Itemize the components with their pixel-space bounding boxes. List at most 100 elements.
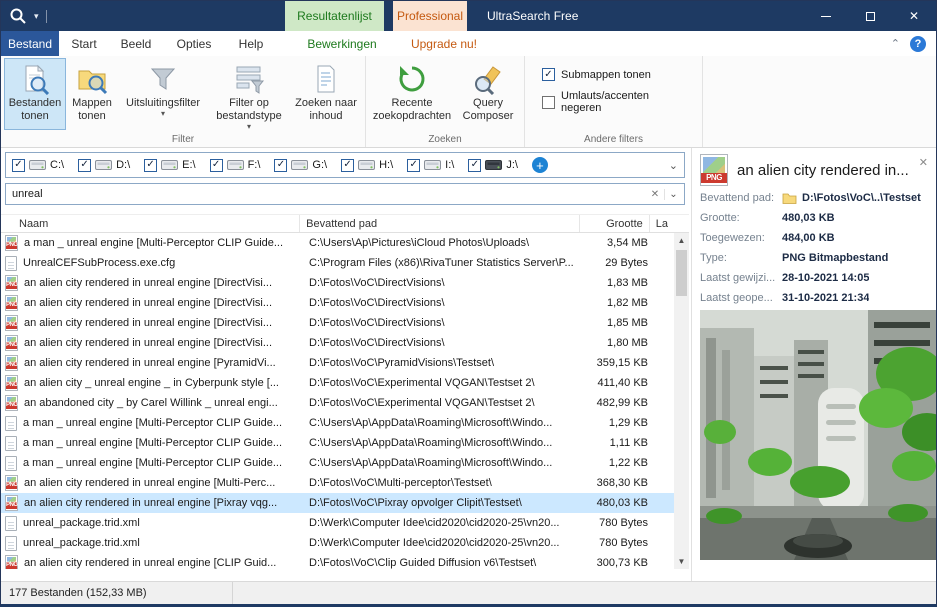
dropdown-caret-icon: ▾ — [247, 123, 251, 131]
table-row[interactable]: UnrealCEFSubProcess.exe.cfgC:\Program Fi… — [1, 253, 674, 273]
drive-checkbox[interactable]: ✓ — [12, 159, 25, 172]
drive-checkbox[interactable]: ✓ — [144, 159, 157, 172]
table-row[interactable]: a man _ unreal engine [Multi-Perceptor C… — [1, 413, 674, 433]
context-tab-professional[interactable]: Professional — [393, 1, 467, 31]
png-file-icon: PNG — [5, 555, 18, 569]
checkbox-checked[interactable]: ✓ — [542, 68, 555, 81]
table-row[interactable]: PNGan alien city rendered in unreal engi… — [1, 333, 674, 353]
table-row[interactable]: PNGan alien city rendered in unreal engi… — [1, 313, 674, 333]
file-icon — [5, 516, 17, 531]
drive-item[interactable]: ✓J:\ — [468, 159, 518, 172]
drive-checkbox[interactable]: ✓ — [468, 159, 481, 172]
help-button[interactable]: ? — [910, 36, 926, 52]
tab-help[interactable]: Help — [225, 31, 277, 56]
add-drive-button[interactable]: + — [532, 157, 548, 173]
tab-opties[interactable]: Opties — [163, 31, 225, 56]
drive-item[interactable]: ✓ I:\ — [407, 159, 454, 172]
column-header-bevattend-pad[interactable]: Bevattend pad — [300, 215, 580, 232]
drive-checkbox[interactable]: ✓ — [210, 159, 223, 172]
field-label: Laatst geope... — [700, 292, 782, 304]
png-file-icon: PNG — [5, 395, 18, 411]
table-scrollbar[interactable]: ▲ ▼ — [674, 233, 689, 569]
drive-item[interactable]: ✓F:\ — [210, 159, 261, 172]
filter-op-bestandstype-button[interactable]: Filter op bestandstype▾ — [208, 58, 290, 130]
scroll-up-icon[interactable]: ▲ — [674, 233, 689, 248]
minimize-button[interactable] — [804, 1, 848, 31]
drive-label: G:\ — [312, 159, 327, 171]
drive-icon — [227, 159, 244, 171]
recente-zoekopdrachten-button[interactable]: Recente zoekopdrachten — [369, 58, 455, 130]
context-tab-resultatenlijst[interactable]: Resultatenlijst — [285, 1, 384, 31]
close-button[interactable]: ✕ — [892, 1, 936, 31]
drive-item[interactable]: ✓H:\ — [341, 159, 393, 172]
file-size: 1,29 KB — [586, 417, 656, 429]
column-header-grootte[interactable]: Grootte — [580, 215, 649, 232]
qat-dropdown-icon[interactable]: ▾ — [34, 11, 39, 22]
mappen-tonen-button[interactable]: Mappen tonen — [66, 58, 118, 130]
field-laatst-gewijzigd: Laatst gewijzi... 28-10-2021 14:05 — [700, 268, 932, 288]
field-value: 28-10-2021 14:05 — [782, 272, 869, 284]
clear-search-icon[interactable]: ✕ — [646, 189, 664, 200]
bestanden-tonen-button[interactable]: Bestanden tonen — [4, 58, 66, 130]
drive-checkbox[interactable]: ✓ — [341, 159, 354, 172]
drive-item[interactable]: ✓ G:\ — [274, 159, 327, 172]
drive-item[interactable]: ✓D:\ — [78, 159, 130, 172]
tab-bewerkingen[interactable]: Bewerkingen — [301, 31, 383, 56]
file-name: a man _ unreal engine [Multi-Perceptor C… — [23, 457, 282, 469]
table-row[interactable]: PNGan alien city rendered in unreal engi… — [1, 493, 674, 513]
table-row[interactable]: PNGan abandoned city _ by Carel Willink … — [1, 393, 674, 413]
alien-city-thumbnail — [700, 310, 937, 560]
drive-dropdown-chevron-icon[interactable]: ⌄ — [669, 159, 678, 172]
drive-checkbox[interactable]: ✓ — [407, 159, 420, 172]
table-row[interactable]: unreal_package.trid.xmlD:\Werk\Computer … — [1, 533, 674, 553]
table-row[interactable]: unreal_package.trid.xmlD:\Werk\Computer … — [1, 513, 674, 533]
tab-bestand[interactable]: Bestand — [1, 31, 59, 56]
maximize-button[interactable] — [848, 1, 892, 31]
submappen-tonen-checkbox-row[interactable]: ✓ Submappen tonen — [542, 68, 689, 81]
group-label-andere-filters: Andere filters — [525, 134, 702, 145]
checkbox-label: Submappen tonen — [561, 69, 651, 81]
table-row[interactable]: PNGan alien city rendered in unreal engi… — [1, 293, 674, 313]
table-row[interactable]: PNGan alien city rendered in unreal engi… — [1, 353, 674, 373]
table-row[interactable]: PNGan alien city rendered in unreal engi… — [1, 273, 674, 293]
checkbox-unchecked[interactable] — [542, 96, 555, 109]
preview-close-icon[interactable]: ✕ — [919, 156, 928, 169]
tab-start[interactable]: Start — [59, 31, 109, 56]
table-row[interactable]: PNG an alien city rendered in unreal engi… — [1, 553, 674, 569]
drive-checkbox[interactable]: ✓ — [78, 159, 91, 172]
collapse-ribbon-icon[interactable]: ⌃ — [891, 37, 900, 50]
drive-selector: ✓C:\✓D:\✓E:\✓F:\✓G:\✓H:\✓I:\✓J:\ + ⌄ — [5, 152, 685, 178]
tab-beeld[interactable]: Beeld — [109, 31, 163, 56]
app-logo-magnifier-icon[interactable] — [9, 7, 27, 25]
table-row[interactable]: PNGa man _ unreal engine [Multi-Percepto… — [1, 233, 674, 253]
file-path: C:\Users\Ap\AppData\Roaming\Microsoft\Wi… — [303, 437, 586, 449]
scrollbar-thumb[interactable] — [676, 250, 687, 296]
uitsluitingsfilter-button[interactable]: Uitsluitingsfilter▾ — [118, 58, 208, 130]
titlebar: ▾ Resultatenlijst Professional UltraSear… — [1, 1, 936, 31]
field-toegewezen: Toegewezen: 484,00 KB — [700, 228, 932, 248]
query-composer-button[interactable]: Query Composer — [455, 58, 521, 130]
drive-item[interactable]: ✓C:\ — [12, 159, 64, 172]
column-header-naam[interactable]: Naam — [1, 215, 300, 232]
drive-checkbox[interactable]: ✓ — [274, 159, 287, 172]
file-size: 780 Bytes — [586, 537, 656, 549]
drive-item[interactable]: ✓E:\ — [144, 159, 195, 172]
zoeken-naar-inhoud-button[interactable]: Zoeken naar inhoud — [290, 58, 362, 130]
table-row[interactable]: PNGan alien city _ unreal engine _ in Cy… — [1, 373, 674, 393]
file-size: 780 Bytes — [586, 517, 656, 529]
file-name: an alien city rendered in unreal engine … — [24, 557, 276, 569]
drive-label: I:\ — [445, 159, 454, 171]
file-size: 482,99 KB — [586, 397, 656, 409]
field-grootte: Grootte: 480,03 KB — [700, 208, 932, 228]
table-row[interactable]: a man _ unreal engine [Multi-Perceptor C… — [1, 453, 674, 473]
drive-icon — [161, 159, 178, 171]
tab-upgrade-nu[interactable]: Upgrade nu! — [405, 31, 483, 56]
scroll-down-icon[interactable]: ▼ — [674, 554, 689, 569]
umlauts-negeren-checkbox-row[interactable]: Umlauts/accenten negeren — [542, 90, 689, 114]
table-row[interactable]: a man _ unreal engine [Multi-Perceptor C… — [1, 433, 674, 453]
file-path: D:\Fotos\VoC\Experimental VQGAN\Testset … — [303, 377, 586, 389]
search-dropdown-chevron-icon[interactable]: ⌄ — [664, 189, 682, 200]
table-row[interactable]: PNGan alien city rendered in unreal engi… — [1, 473, 674, 493]
column-header-laatst[interactable]: La — [650, 215, 674, 232]
search-input[interactable] — [12, 188, 646, 200]
